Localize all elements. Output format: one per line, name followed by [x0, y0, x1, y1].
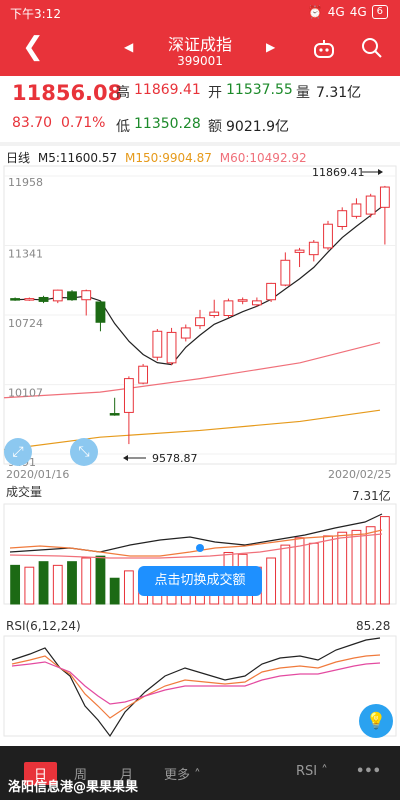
rsi-value: 85.28: [356, 619, 390, 633]
volume-bar: [67, 561, 77, 605]
candle-body: [38, 296, 49, 302]
tab-indicator-label: RSI: [296, 764, 318, 779]
rsi6-line: [11, 637, 381, 738]
candle-body: [251, 300, 262, 306]
y-tick-label: 11341: [8, 248, 43, 261]
watermark: 洛阳信息港@果果果果: [8, 780, 139, 795]
candle-body: [52, 289, 63, 302]
candle-body: [294, 249, 305, 253]
tab-more[interactable]: 更多 ˄: [164, 764, 201, 783]
volume-bar: [109, 577, 120, 605]
y-tick-labels: 119581134110724101079491: [8, 176, 43, 469]
candle-body: [24, 298, 35, 301]
tab-more-label: 更多: [164, 768, 191, 783]
candle-body: [95, 301, 106, 323]
volume-bar: [351, 529, 362, 605]
candle-body: [351, 203, 362, 217]
volume-bar: [266, 557, 277, 605]
candle-body: [138, 365, 149, 384]
x-label-end: 2020/02/25: [328, 468, 391, 481]
volume-bar: [10, 564, 21, 605]
candle-body: [166, 331, 177, 364]
expand-icon[interactable]: ⤡: [70, 438, 98, 466]
rsi24-line: [11, 661, 381, 705]
volume-cursor-dot: [196, 544, 204, 552]
candle-body: [308, 241, 319, 256]
volume-max: 7.31亿: [352, 488, 391, 503]
volume-bar: [24, 566, 35, 605]
volume-bar: [308, 542, 319, 605]
volume-bar: [323, 535, 333, 605]
candle-body: [365, 195, 376, 215]
more-options-icon[interactable]: •••: [356, 764, 381, 779]
ma150-line: [3, 409, 381, 451]
candle-body: [209, 311, 220, 317]
volume-bar: [365, 526, 376, 605]
y-tick-label: 10107: [8, 387, 43, 400]
volume-bar: [337, 531, 348, 605]
volume-bar: [81, 557, 92, 605]
candle-body: [237, 299, 248, 302]
candle-body: [180, 327, 191, 339]
candle-body: [223, 300, 234, 317]
candle-body: [81, 290, 92, 301]
y-tick-label: 10724: [8, 317, 43, 330]
min-arrowhead: [123, 455, 128, 461]
chevron-up-icon: ˄: [194, 768, 201, 783]
candle-body: [266, 282, 277, 301]
candle-body: [337, 210, 348, 227]
volume-title: 成交量: [6, 484, 42, 499]
collapse-icon[interactable]: ⤢: [4, 438, 32, 466]
candle-body: [323, 223, 333, 249]
candle-body: [379, 186, 390, 208]
max-label: 11869.41: [312, 166, 365, 179]
ma60-line: [3, 341, 381, 399]
rsi-title: RSI(6,12,24): [6, 619, 81, 633]
candle-body: [109, 413, 120, 416]
volume-bar: [294, 537, 305, 605]
volume-toggle-button[interactable]: 点击切换成交额: [138, 566, 262, 596]
candle-body: [280, 259, 291, 286]
volume-bar: [123, 570, 134, 605]
volume-bar: [95, 555, 106, 605]
candle-body: [152, 330, 163, 358]
min-label: 9578.87: [152, 452, 198, 465]
candle-body: [123, 378, 134, 413]
volume-bar: [280, 544, 291, 605]
tab-indicator[interactable]: RSI ˄: [296, 764, 328, 779]
lightbulb-icon[interactable]: 💡: [359, 704, 393, 738]
y-tick-label: 11958: [8, 176, 43, 189]
max-arrowhead: [378, 169, 383, 175]
candle-body: [10, 298, 21, 301]
x-label-start: 2020/01/16: [6, 468, 69, 481]
candle-body: [67, 291, 77, 301]
kline-chart[interactable]: 119581134110724101079491 2020/01/16 2020…: [0, 0, 400, 746]
volume-bar: [38, 561, 49, 605]
candle-body: [195, 317, 205, 327]
volume-bar: [52, 564, 63, 605]
chevron-up-icon: ˄: [321, 764, 328, 779]
